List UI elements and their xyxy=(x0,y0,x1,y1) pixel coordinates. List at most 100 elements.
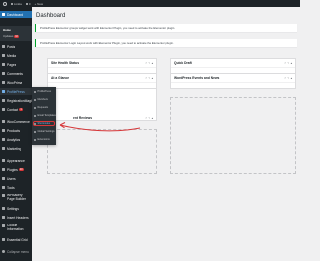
sidebar-item-woocommerce[interactable]: WooCommerce xyxy=(0,118,32,125)
updates-count-badge: 10 xyxy=(14,35,19,38)
sidebar-item-marketing[interactable]: Marketing xyxy=(0,145,32,152)
submenu-home[interactable]: Home xyxy=(3,28,11,32)
move-up-button[interactable]: ˄ xyxy=(145,61,147,65)
sidebar-item-products[interactable]: Products xyxy=(0,127,32,134)
page-icon xyxy=(2,63,5,66)
page-title: Dashboard xyxy=(36,13,66,19)
envelope-icon xyxy=(34,114,36,117)
woocommerce-icon xyxy=(2,120,5,123)
sidebar-item-plugins[interactable]: Plugins 10 xyxy=(0,166,32,173)
megaphone-icon xyxy=(2,147,5,150)
sidebar-item-cookie-information[interactable]: Cookie Information xyxy=(0,223,32,233)
flyout-item-shortcodes[interactable]: Shortcodes xyxy=(33,121,55,126)
plugins-count-badge: 10 xyxy=(18,168,24,171)
move-up-button[interactable]: ˄ xyxy=(284,61,286,65)
move-up-button[interactable]: ˄ xyxy=(284,76,286,80)
toggle-panel-button[interactable]: ▴ xyxy=(152,76,153,80)
move-down-button[interactable]: ˅ xyxy=(148,76,150,80)
plug-icon xyxy=(2,168,5,171)
grid-icon xyxy=(2,238,5,241)
move-up-button[interactable]: ˄ xyxy=(145,116,147,120)
pushpin-icon xyxy=(2,45,5,48)
recent-reviews-title: ent Reviews xyxy=(73,115,93,120)
contact-count-badge: 1 xyxy=(19,108,23,111)
sidebar-item-insert-headers[interactable]: Insert Headers xyxy=(0,214,32,221)
paintbrush-icon xyxy=(2,159,5,162)
admin-bar-site-name[interactable]: Linkia xyxy=(11,2,22,6)
move-down-button[interactable]: ˅ xyxy=(287,76,289,80)
notice-elementor-login: ProfilePress Elementor Login Layout work… xyxy=(35,39,297,47)
sidebar-item-analytics[interactable]: Analytics xyxy=(0,136,32,143)
sidebar-item-profilepress[interactable]: ProfilePress xyxy=(0,88,32,95)
main-content: Dashboard ProfilePress Elementor groups … xyxy=(32,7,300,261)
empty-drop-zone xyxy=(47,129,157,174)
move-down-button[interactable]: ˅ xyxy=(148,116,150,120)
flyout-item-profilepress[interactable]: ProfilePress xyxy=(34,89,56,94)
builder-icon xyxy=(2,194,5,197)
sidebar-item-media[interactable]: Media xyxy=(0,52,32,59)
quick-draft-widget: Quick Draft ˄ ˅ ▴ xyxy=(170,58,296,74)
media-icon xyxy=(2,54,5,57)
flyout-item-email-templates[interactable]: Email Templates xyxy=(34,113,56,118)
sidebar-item-tools[interactable]: Tools xyxy=(0,184,32,191)
sidebar-item-contact[interactable]: Contact 1 xyxy=(0,106,32,113)
move-down-button[interactable]: ˅ xyxy=(148,61,150,65)
toggle-panel-button[interactable]: ▴ xyxy=(152,116,153,120)
site-health-title: Site Health Status xyxy=(51,61,80,65)
sidebar-item-registrationmagic[interactable]: RegistrationMagic xyxy=(0,97,32,104)
form-icon xyxy=(2,99,5,102)
settings-icon xyxy=(34,130,36,133)
home-icon xyxy=(11,2,13,5)
admin-bar: Linkia 0 + New xyxy=(0,0,300,7)
users-icon xyxy=(2,177,5,180)
shortcode-icon xyxy=(34,122,36,125)
move-down-button[interactable]: ˅ xyxy=(287,61,289,65)
sidebar-item-comments[interactable]: Comments xyxy=(0,70,32,77)
admin-bar-new[interactable]: + New xyxy=(35,2,44,6)
empty-drop-zone xyxy=(170,97,296,174)
wordpress-events-title: WordPress Events and News xyxy=(174,76,220,80)
sidebar-item-users[interactable]: Users xyxy=(0,175,32,182)
sidebar-item-pages[interactable]: Pages xyxy=(0,61,32,68)
collapse-menu-button[interactable]: Collapse menu xyxy=(0,248,32,255)
submenu-updates[interactable]: Updates 10 xyxy=(3,34,19,38)
flyout-item-members[interactable]: Members xyxy=(34,97,56,102)
sidebar-item-appearance[interactable]: Appearance xyxy=(0,157,32,164)
admin-bar-comments[interactable]: 0 xyxy=(25,2,31,6)
sidebar-item-posts[interactable]: Posts xyxy=(0,43,32,50)
wrench-icon xyxy=(2,186,5,189)
profile-icon xyxy=(2,90,5,93)
toggle-panel-button[interactable]: ▴ xyxy=(291,61,292,65)
move-up-button[interactable]: ˄ xyxy=(145,76,147,80)
wordpress-logo-icon[interactable] xyxy=(3,1,7,6)
at-a-glance-title: At a Glance xyxy=(51,76,70,80)
comment-icon xyxy=(2,72,5,75)
code-icon xyxy=(2,216,5,219)
plugin-icon xyxy=(2,81,5,84)
toggle-panel-button[interactable]: ▴ xyxy=(291,76,292,80)
site-health-widget: Site Health Status ˄ ˅ ▴ xyxy=(47,58,157,74)
collapse-icon xyxy=(2,250,5,253)
chart-bar-icon xyxy=(2,138,5,141)
archive-icon xyxy=(2,129,5,132)
request-icon xyxy=(34,106,36,109)
wordpress-events-widget: WordPress Events and News ˄ ˅ ▴ xyxy=(170,73,296,89)
flyout-item-requests[interactable]: Requests xyxy=(34,105,56,110)
sidebar-item-wooprima[interactable]: WooPrima xyxy=(0,79,32,86)
sidebar-item-settings[interactable]: Settings xyxy=(0,205,32,212)
dashboard-icon xyxy=(2,13,5,16)
at-a-glance-widget: At a Glance ˄ ˅ ▴ xyxy=(47,73,157,89)
quick-draft-title: Quick Draft xyxy=(174,61,192,65)
flyout-item-global-settings[interactable]: Global Settings xyxy=(34,129,56,134)
sidebar-item-wpbakery[interactable]: WPBakery Page Builder xyxy=(0,193,32,203)
toggle-panel-button[interactable]: ▴ xyxy=(152,61,153,65)
puzzle-icon xyxy=(34,138,36,141)
profilepress-flyout-menu: ProfilePress Members Requests Email Temp… xyxy=(32,87,56,145)
flyout-item-extensions[interactable]: Extensions xyxy=(34,137,56,142)
settings-icon xyxy=(2,207,5,210)
comment-icon xyxy=(25,2,28,5)
sidebar-item-dashboard[interactable]: Dashboard xyxy=(0,11,32,18)
profile-icon xyxy=(34,90,36,93)
users-icon xyxy=(34,98,36,101)
sidebar-item-essential-grid[interactable]: Essential Grid xyxy=(0,236,32,243)
